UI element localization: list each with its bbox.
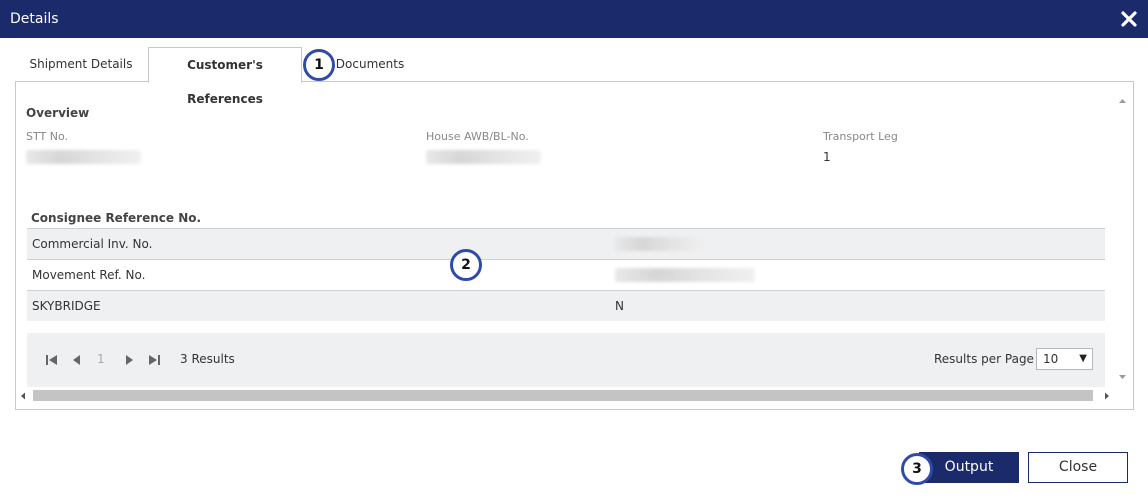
house-awb-label: House AWB/BL-No. [426, 130, 529, 143]
transport-leg-label: Transport Leg [823, 130, 898, 143]
overview-title: Overview [26, 106, 90, 120]
results-per-page-value: 10 [1043, 352, 1059, 366]
reference-name: Movement Ref. No. [32, 268, 146, 282]
results-per-page-select[interactable]: 10 ▼ [1036, 348, 1093, 370]
transport-leg-value: 1 [823, 150, 831, 164]
tab-label: Documents [335, 57, 405, 71]
next-page-icon[interactable] [121, 352, 137, 368]
references-panel: Overview STT No. House AWB/BL-No. Transp… [15, 81, 1134, 410]
vertical-scrollbar[interactable] [1115, 94, 1130, 384]
callout-badge-3: 3 [901, 453, 933, 485]
close-button[interactable]: Close [1028, 452, 1128, 483]
first-page-icon[interactable] [44, 352, 60, 368]
output-button[interactable]: Output [919, 452, 1019, 483]
results-count: 3 Results [180, 352, 235, 366]
results-per-page-label: Results per Page [934, 352, 1034, 366]
reference-name: Commercial Inv. No. [32, 237, 153, 251]
reference-value: N [615, 299, 624, 313]
tab-documents[interactable]: Documents [335, 47, 405, 81]
table-row[interactable]: Movement Ref. No. [27, 259, 1105, 290]
callout-badge-2: 2 [450, 249, 482, 281]
previous-page-icon[interactable] [69, 352, 85, 368]
callout-badge-1: 1 [303, 49, 335, 81]
reference-value-redacted [615, 237, 707, 251]
reference-value-redacted [615, 268, 755, 282]
stt-no-value-redacted [26, 150, 141, 164]
house-awb-value-redacted [426, 150, 541, 164]
table-row[interactable]: Commercial Inv. No. [27, 228, 1105, 259]
pager: 1 3 Results Results per Page 10 ▼ [27, 333, 1105, 387]
dialog-title: Details [10, 11, 59, 27]
close-icon[interactable] [1120, 10, 1138, 28]
stt-no-label: STT No. [26, 130, 68, 143]
horizontal-scrollbar-thumb[interactable] [33, 390, 1093, 401]
tab-shipment-details[interactable]: Shipment Details [15, 47, 147, 81]
current-page: 1 [97, 352, 105, 366]
consignee-reference-header: Consignee Reference No. [31, 211, 202, 225]
tab-customers-references[interactable]: Customer's References [148, 47, 302, 106]
reference-name: SKYBRIDGE [32, 299, 101, 313]
last-page-icon[interactable] [146, 352, 162, 368]
horizontal-scrollbar[interactable] [16, 389, 1116, 403]
tab-label: Shipment Details [29, 57, 133, 71]
dropdown-arrow-icon: ▼ [1079, 353, 1087, 364]
table-row[interactable]: SKYBRIDGE N [27, 290, 1105, 321]
dialog-titlebar: Details [0, 0, 1148, 38]
tab-strip: Shipment Details Customer's References D… [15, 47, 1133, 106]
tab-label: Customer's References [187, 58, 263, 106]
